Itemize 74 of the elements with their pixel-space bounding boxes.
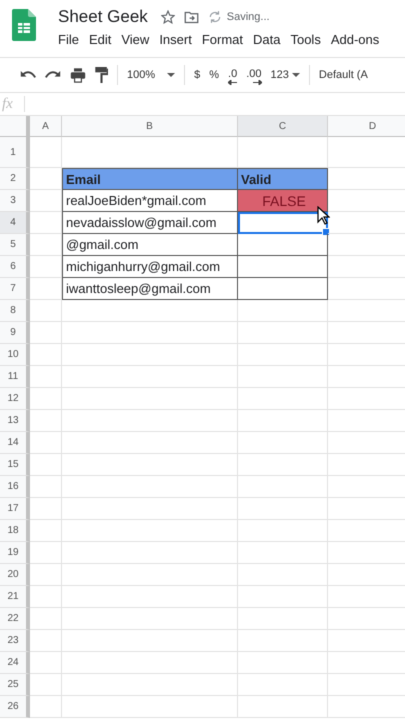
- increase-decimals-button[interactable]: .00: [246, 65, 262, 85]
- sync-icon: [208, 10, 222, 24]
- decrease-decimals-button[interactable]: .0: [228, 65, 238, 85]
- table-cell: nevadaisslow@gmail.com: [62, 212, 238, 234]
- row-header[interactable]: 10: [0, 344, 30, 366]
- menu-item[interactable]: View: [121, 32, 160, 47]
- formula-label: fx: [1, 96, 14, 112]
- document-title[interactable]: Sheet Geek: [58, 7, 148, 27]
- row-header[interactable]: 6: [0, 256, 30, 278]
- redo-icon[interactable]: [45, 70, 61, 80]
- font-dropdown[interactable]: Default (A: [318, 69, 368, 81]
- left-arrow-icon: [228, 80, 238, 85]
- table-header-cell: Valid: [238, 168, 328, 190]
- row-header[interactable]: 17: [0, 498, 30, 520]
- caret-icon: [167, 73, 176, 77]
- saving-status: Saving...: [226, 11, 270, 23]
- column-header[interactable]: B: [62, 116, 238, 137]
- right-arrow-icon: [252, 80, 262, 85]
- row-header[interactable]: 20: [0, 564, 30, 586]
- row-header[interactable]: 16: [0, 476, 30, 498]
- menu-item[interactable]: Insert: [159, 32, 202, 47]
- row-header[interactable]: 22: [0, 608, 30, 630]
- row-header[interactable]: 15: [0, 454, 30, 476]
- number-format-dropdown[interactable]: 123: [270, 69, 300, 81]
- row-header[interactable]: 25: [0, 674, 30, 696]
- column-header[interactable]: C: [238, 116, 328, 137]
- menu-item[interactable]: Data: [253, 32, 290, 47]
- row-header[interactable]: 7: [0, 278, 30, 300]
- row-header[interactable]: 23: [0, 630, 30, 652]
- menu-item[interactable]: Tools: [290, 32, 331, 47]
- percent-button[interactable]: %: [209, 69, 220, 81]
- row-header[interactable]: 19: [0, 542, 30, 564]
- menu-item[interactable]: File: [58, 32, 89, 47]
- empty-cell[interactable]: [238, 278, 328, 300]
- paint-format-icon[interactable]: [95, 67, 108, 83]
- column-header[interactable]: D: [328, 116, 405, 137]
- row-header[interactable]: 24: [0, 652, 30, 674]
- empty-cell[interactable]: [238, 234, 328, 256]
- caret-icon: [292, 73, 300, 77]
- star-icon[interactable]: [160, 10, 175, 24]
- row-header[interactable]: 12: [0, 388, 30, 410]
- empty-cell[interactable]: [238, 212, 328, 234]
- column-header[interactable]: A: [30, 116, 62, 137]
- sheets-logo-icon[interactable]: [12, 9, 36, 41]
- cursor-icon: [317, 206, 330, 225]
- currency-button[interactable]: $: [194, 69, 200, 81]
- row-header[interactable]: 9: [0, 322, 30, 344]
- menu-item[interactable]: Edit: [88, 32, 122, 47]
- undo-icon[interactable]: [20, 70, 36, 80]
- table-header-cell: Email: [62, 168, 238, 190]
- print-icon[interactable]: [70, 68, 86, 82]
- corner-cell[interactable]: [0, 116, 30, 137]
- table-cell: michiganhurry@gmail.com: [62, 256, 238, 278]
- fill-handle[interactable]: [322, 228, 330, 236]
- row-header[interactable]: 8: [0, 300, 30, 322]
- table-cell: @gmail.com: [62, 234, 238, 256]
- row-header[interactable]: 1: [0, 137, 30, 168]
- table-cell: iwanttosleep@gmail.com: [62, 278, 238, 300]
- table-cell: realJoeBiden*gmail.com: [62, 190, 238, 212]
- row-header[interactable]: 3: [0, 190, 30, 212]
- row-header[interactable]: 13: [0, 410, 30, 432]
- empty-cell[interactable]: [238, 256, 328, 278]
- row-header[interactable]: 4: [0, 212, 30, 234]
- row-header[interactable]: 21: [0, 586, 30, 608]
- row-header[interactable]: 18: [0, 520, 30, 542]
- zoom-dropdown[interactable]: 100%: [127, 69, 176, 81]
- menu-item[interactable]: Format: [202, 32, 253, 47]
- row-header[interactable]: 14: [0, 432, 30, 454]
- row-header[interactable]: 26: [0, 696, 30, 718]
- row-header[interactable]: 2: [0, 168, 30, 190]
- menu-item[interactable]: Add-ons: [330, 32, 390, 47]
- row-header[interactable]: 5: [0, 234, 30, 256]
- row-header[interactable]: 11: [0, 366, 30, 388]
- folder-icon[interactable]: [184, 10, 199, 24]
